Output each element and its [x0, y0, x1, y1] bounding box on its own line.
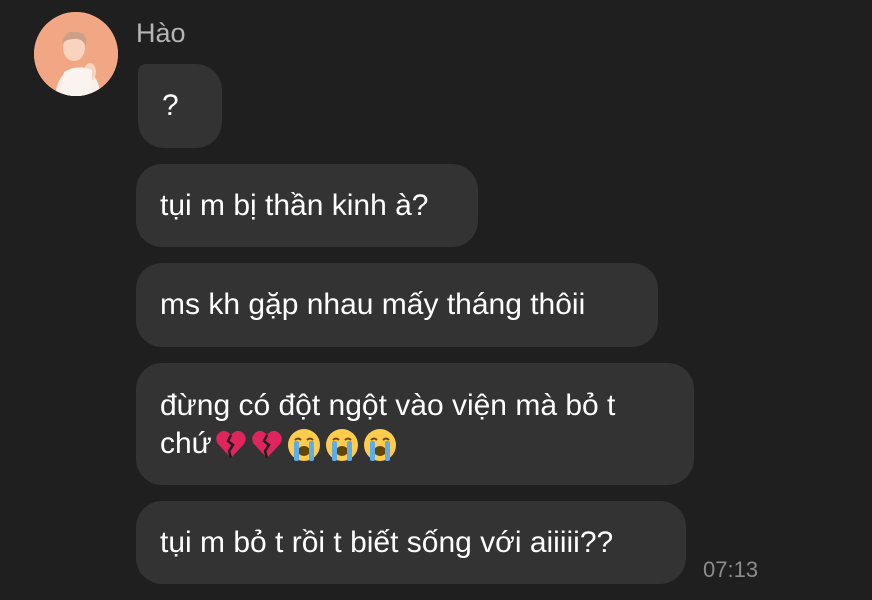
message-text: ms kh gặp nhau mấy tháng thôii — [160, 288, 586, 321]
message-bubble[interactable]: đừng có đột ngột vào viện mà bỏ t chứ — [136, 363, 694, 485]
broken-heart-icon — [216, 430, 246, 459]
message-text-line: chứ — [160, 425, 670, 463]
loudly-crying-face-icon — [287, 429, 320, 462]
loudly-crying-face-icon — [325, 429, 358, 462]
message-text: chứ — [160, 427, 212, 460]
message-bubble[interactable]: ms kh gặp nhau mấy tháng thôii — [136, 263, 658, 347]
broken-heart-icon — [252, 430, 282, 459]
message-text: ? — [162, 89, 179, 122]
message-timestamp: 07:13 — [703, 557, 759, 582]
avatar[interactable] — [34, 12, 118, 96]
loudly-crying-face-icon — [363, 429, 396, 462]
emoji-group — [214, 427, 400, 463]
profile-photo-icon — [34, 12, 118, 96]
message-bubble[interactable]: tụi m bị thần kinh à? — [136, 164, 478, 247]
chat-screen: Hào ? tụi m bị thần kinh à? ms kh gặp nh… — [0, 0, 872, 600]
message-text-line: đừng có đột ngột vào viện mà bỏ t — [160, 389, 616, 422]
message-text: tụi m bị thần kinh à? — [160, 188, 429, 222]
message-text: tụi m bỏ t rồi t biết sống với aiiiii?? — [160, 525, 614, 559]
sender-name: Hào — [136, 18, 186, 48]
message-bubble[interactable]: tụi m bỏ t rồi t biết sống với aiiiii?? — [136, 501, 686, 584]
message-bubble[interactable]: ? — [138, 64, 222, 148]
